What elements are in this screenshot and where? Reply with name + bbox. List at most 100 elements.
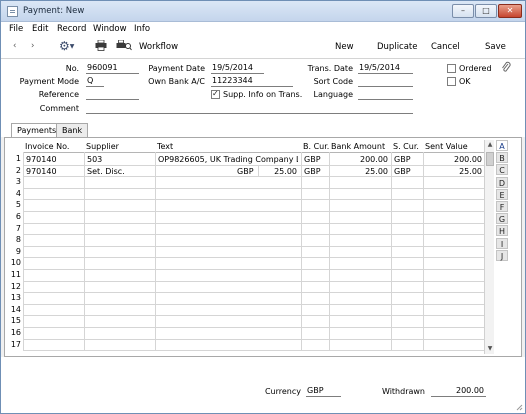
paperclip-icon[interactable] [501,61,511,75]
sort-code-label: Sort Code [313,77,353,86]
language-field[interactable] [358,89,413,100]
menu-file[interactable]: File [9,24,23,34]
grid-cell-sent_value[interactable]: 25.00 [426,166,482,177]
grid-scrollbar[interactable]: ▲ ▼ [484,140,494,354]
maximize-button[interactable]: □ [475,4,497,18]
currency-label: Currency [264,387,301,396]
own-bank-field[interactable]: 11223344 [211,76,293,87]
grid-cell-supplier[interactable]: Set. Disc. [87,166,152,177]
row-number-11: 11 [10,270,21,279]
flip-tab-a[interactable]: A [496,140,508,151]
row-number-16: 16 [10,328,21,337]
flip-tab-h[interactable]: H [496,225,508,237]
menu-window[interactable]: Window [93,24,127,34]
payment-mode-label: Payment Mode [19,77,79,86]
row-number-3: 3 [15,177,21,187]
grid-cell-bcur[interactable]: GBP [304,154,326,165]
reference-label: Reference [38,90,79,99]
scroll-up-icon[interactable]: ▲ [485,140,495,150]
row-number-7: 7 [15,223,21,233]
table-row-line [23,222,485,224]
grid-cell-bank_amount[interactable]: 25.00 [332,166,388,177]
withdrawn-field[interactable]: 200.00 [431,386,486,397]
grid-cell-text-currency[interactable]: GBP [237,166,257,177]
payment-mode-field[interactable]: Q [86,76,104,87]
grid-cell-text[interactable]: OP9826605, UK Trading Company Ltd [158,154,298,165]
grid-col-line [155,152,156,351]
grid-cell-sent_value[interactable]: 200.00 [426,154,482,165]
gear-icon[interactable]: ⚙▼ [59,39,74,53]
workflow-button[interactable]: Workflow [139,42,178,52]
flip-tab-e[interactable]: E [496,188,508,200]
menu-record[interactable]: Record [57,24,86,34]
grid-cell-scur[interactable]: GBP [394,154,420,165]
title-bar[interactable]: Payment: New – □ ✕ [1,1,525,22]
table-row-line [23,269,485,270]
chevron-left-icon[interactable]: ‹ [13,41,16,51]
flip-tab-j[interactable]: J [496,249,508,261]
ok-checkbox[interactable] [447,77,456,86]
ordered-checkbox[interactable] [447,64,456,73]
row-number-1: 1 [15,154,21,163]
row-number-13: 13 [10,293,21,303]
flip-tab-i[interactable]: I [496,237,508,249]
chevron-right-icon[interactable]: › [31,41,34,51]
menu-info[interactable]: Info [134,24,150,34]
grid-cell-invoice[interactable]: 970140 [26,154,81,165]
row-number-17: 17 [10,339,21,349]
supp-info-checkbox[interactable] [211,89,220,99]
grid-cell-supplier[interactable]: 503 [87,154,152,165]
grid-cell-invoice[interactable]: 970140 [26,166,81,177]
flip-tab-d[interactable]: D [496,176,508,188]
toolbar: ‹ › ⚙▼ Workflow New Duplicate Cancel Sav… [1,37,525,59]
duplicate-button[interactable]: Duplicate [377,42,418,52]
ok-label: OK [459,77,471,86]
flip-tab-c[interactable]: C [496,164,508,176]
grid-cell-bcur[interactable]: GBP [304,166,326,177]
flip-tab-g[interactable]: G [496,213,508,225]
printer-icon[interactable] [95,39,107,54]
payment-date-field[interactable]: 19/5/2014 [211,63,264,74]
grid-col-line [391,152,392,351]
close-button[interactable]: ✕ [498,4,522,18]
row-number-9: 9 [15,246,21,256]
trans-date-label: Trans. Date [307,64,353,73]
flip-tab-f[interactable]: F [496,201,508,212]
table-row-line [23,187,485,189]
grid-cell-text-amount[interactable]: 25.00 [261,166,297,177]
cancel-button[interactable]: Cancel [431,42,460,52]
new-button[interactable]: New [335,42,354,52]
comment-field[interactable] [86,103,413,114]
grid-cell-bank_amount[interactable]: 200.00 [332,154,388,165]
row-number-8: 8 [15,235,21,245]
trans-date-field[interactable]: 19/5/2014 [358,63,413,74]
menu-bar: File Edit Record Window Info [1,22,525,37]
scroll-down-icon[interactable]: ▼ [485,344,495,354]
currency-field[interactable]: GBP [306,386,341,397]
menu-edit[interactable]: Edit [32,24,48,34]
resize-grip-icon[interactable] [515,403,523,411]
minimize-button[interactable]: – [452,4,474,18]
reference-field[interactable] [86,89,139,100]
table-row-line [23,257,485,259]
save-button[interactable]: Save [485,42,506,52]
grid-col-line [23,152,24,351]
row-number-12: 12 [10,281,21,291]
grid-cell-scur[interactable]: GBP [394,166,420,177]
flip-tab-b[interactable]: B [496,152,508,164]
table-row-line [23,245,485,247]
sort-code-field[interactable] [358,76,413,87]
tab-payments[interactable]: Payments [11,123,63,138]
language-label: Language [313,90,353,99]
table-row-line [23,199,485,201]
grid-subcol-line [258,164,259,177]
tab-bank[interactable]: Bank [56,123,89,137]
ordered-label: Ordered [459,64,492,73]
scroll-thumb[interactable] [486,152,494,166]
print-preview-icon[interactable] [116,39,132,54]
own-bank-label: Own Bank A/C [148,77,205,86]
payment-window: Payment: New – □ ✕ File Edit Record Wind… [0,0,526,414]
grid-col-line [301,152,302,351]
table-row-line [23,315,485,317]
no-field[interactable]: 960091 [86,63,139,74]
